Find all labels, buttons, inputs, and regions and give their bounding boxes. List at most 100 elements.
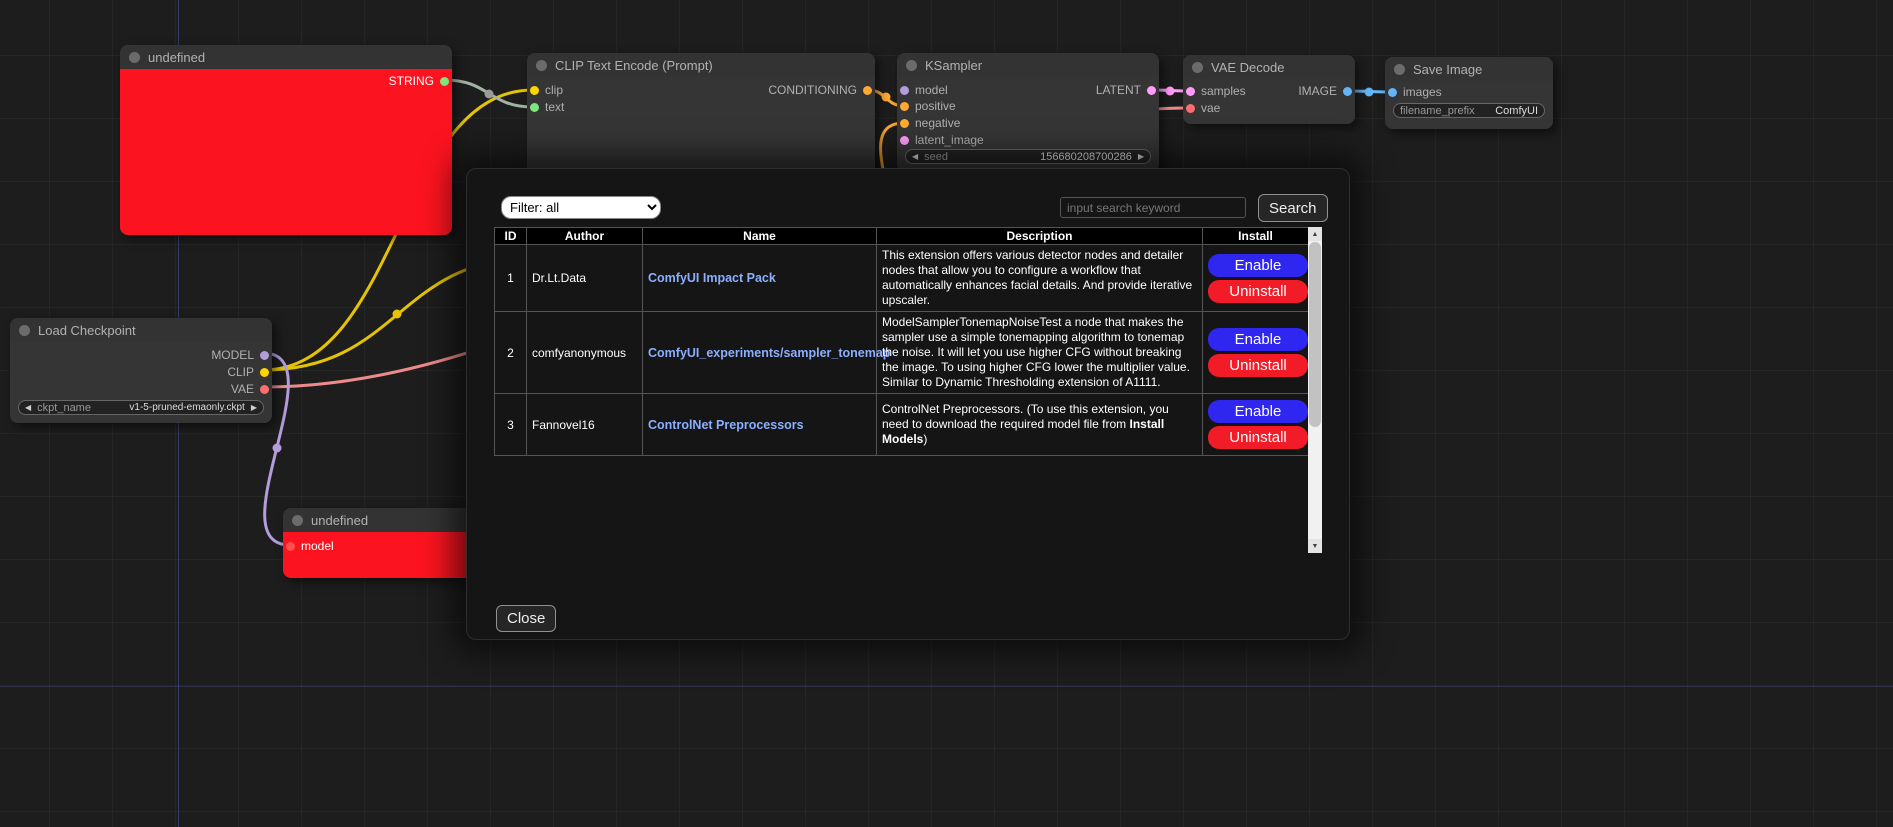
node-save-image[interactable]: Save Image images filename_prefix ComfyU… bbox=[1385, 57, 1553, 129]
output-slot-latent[interactable] bbox=[1147, 86, 1156, 95]
link-dot-model[interactable] bbox=[273, 444, 282, 453]
enable-button[interactable]: Enable bbox=[1208, 400, 1308, 423]
filename-prefix-widget[interactable]: filename_prefix ComfyUI bbox=[1393, 103, 1545, 118]
output-slot-vae[interactable] bbox=[260, 385, 269, 394]
link-dot-string[interactable] bbox=[485, 90, 494, 99]
node-title-bar[interactable]: CLIP Text Encode (Prompt) bbox=[527, 53, 875, 77]
widget-value: v1-5-pruned-emaonly.ckpt bbox=[129, 402, 244, 413]
input-slot-clip[interactable] bbox=[530, 86, 539, 95]
seed-widget[interactable]: ◀ seed 156680208700286 ▶ bbox=[905, 149, 1151, 164]
enable-button[interactable]: Enable bbox=[1208, 328, 1308, 351]
scroll-down-icon[interactable]: ▼ bbox=[1308, 539, 1322, 553]
extensions-table: ID Author Name Description Install 1 Dr.… bbox=[494, 227, 1309, 456]
input-slot-model[interactable] bbox=[900, 86, 909, 95]
input-slot-label: images bbox=[1403, 85, 1442, 99]
decrement-icon[interactable]: ◀ bbox=[912, 153, 918, 161]
search-button[interactable]: Search bbox=[1258, 194, 1328, 222]
link-dot-clip-2[interactable] bbox=[393, 310, 402, 319]
prev-option-icon[interactable]: ◀ bbox=[25, 404, 31, 412]
collapse-dot-icon[interactable] bbox=[1394, 64, 1405, 75]
output-slot-image[interactable] bbox=[1343, 87, 1352, 96]
node-body: images filename_prefix ComfyUI bbox=[1385, 81, 1553, 129]
widget-value: ComfyUI bbox=[1495, 105, 1538, 117]
filter-select[interactable]: Filter: all bbox=[501, 196, 661, 219]
input-slot-vae[interactable] bbox=[1186, 104, 1195, 113]
desc-text: This extension offers various detector n… bbox=[882, 248, 1192, 307]
collapse-dot-icon[interactable] bbox=[536, 60, 547, 71]
table-scrollbar[interactable]: ▲ ▼ bbox=[1308, 227, 1322, 553]
desc-text: ControlNet Preprocessors. (To use this e… bbox=[882, 402, 1169, 431]
next-option-icon[interactable]: ▶ bbox=[251, 404, 257, 412]
input-slot-text[interactable] bbox=[530, 103, 539, 112]
output-slot-string[interactable] bbox=[440, 77, 449, 86]
collapse-dot-icon[interactable] bbox=[19, 325, 30, 336]
ext-link[interactable]: ComfyUI_experiments/sampler_tonemap bbox=[648, 346, 890, 360]
input-slot-label: clip bbox=[545, 83, 563, 97]
collapse-dot-icon[interactable] bbox=[129, 52, 140, 63]
widget-name: filename_prefix bbox=[1400, 105, 1475, 117]
graph-canvas[interactable]: undefined STRING CLIP Text Encode (Promp… bbox=[0, 0, 1893, 827]
uninstall-button[interactable]: Uninstall bbox=[1208, 354, 1308, 377]
ext-description: ControlNet Preprocessors. (To use this e… bbox=[877, 394, 1203, 456]
output-slot-label: VAE bbox=[231, 382, 254, 396]
node-title-bar[interactable]: Save Image bbox=[1385, 57, 1553, 81]
ext-author: Dr.Lt.Data bbox=[527, 245, 643, 312]
collapse-dot-icon[interactable] bbox=[906, 60, 917, 71]
output-slot-label: CONDITIONING bbox=[768, 83, 857, 97]
output-slot-model[interactable] bbox=[260, 351, 269, 360]
collapse-dot-icon[interactable] bbox=[292, 515, 303, 526]
input-slot-positive[interactable] bbox=[900, 102, 909, 111]
output-slot-clip[interactable] bbox=[260, 368, 269, 377]
uninstall-button[interactable]: Uninstall bbox=[1208, 426, 1308, 449]
extensions-table-wrap: ID Author Name Description Install 1 Dr.… bbox=[494, 227, 1322, 553]
node-title-bar[interactable]: KSampler bbox=[897, 53, 1159, 77]
ext-link[interactable]: ControlNet Preprocessors bbox=[648, 418, 804, 432]
ext-id: 1 bbox=[495, 245, 527, 312]
link-dot-conditioning[interactable] bbox=[882, 93, 891, 102]
input-slot-label: model bbox=[915, 83, 948, 97]
input-slot-label: positive bbox=[915, 99, 956, 113]
input-slot-label: negative bbox=[915, 116, 960, 130]
node-title: VAE Decode bbox=[1211, 60, 1284, 75]
search-input[interactable] bbox=[1060, 197, 1246, 218]
node-vae-decode[interactable]: VAE Decode samples vae IMAGE bbox=[1183, 55, 1355, 124]
output-slot-label: LATENT bbox=[1096, 83, 1141, 97]
collapse-dot-icon[interactable] bbox=[1192, 62, 1203, 73]
node-title: KSampler bbox=[925, 58, 982, 73]
desc-end: ) bbox=[923, 432, 927, 446]
ext-author: comfyanonymous bbox=[527, 312, 643, 394]
input-slot-negative[interactable] bbox=[900, 119, 909, 128]
input-slot-label: text bbox=[545, 100, 564, 114]
increment-icon[interactable]: ▶ bbox=[1138, 153, 1144, 161]
output-slot-label: IMAGE bbox=[1298, 84, 1337, 98]
widget-value: 156680208700286 bbox=[1040, 151, 1132, 163]
close-button[interactable]: Close bbox=[496, 605, 556, 632]
node-title-bar[interactable]: Load Checkpoint bbox=[10, 318, 272, 342]
node-title: undefined bbox=[148, 50, 205, 65]
output-slot-conditioning[interactable] bbox=[863, 86, 872, 95]
link-dot-image[interactable] bbox=[1365, 88, 1374, 97]
link-dot-latent[interactable] bbox=[1166, 87, 1175, 96]
input-slot-model[interactable] bbox=[286, 542, 295, 551]
input-slot-images[interactable] bbox=[1388, 88, 1397, 97]
scroll-up-icon[interactable]: ▲ bbox=[1308, 227, 1322, 241]
scrollbar-thumb[interactable] bbox=[1309, 242, 1321, 427]
input-slot-samples[interactable] bbox=[1186, 87, 1195, 96]
ext-link[interactable]: ComfyUI Impact Pack bbox=[648, 271, 776, 285]
node-title-bar[interactable]: undefined bbox=[120, 45, 452, 69]
input-slot-label: vae bbox=[1201, 101, 1220, 115]
ext-description: ModelSamplerTonemapNoiseTest a node that… bbox=[877, 312, 1203, 394]
input-slot-label: samples bbox=[1201, 84, 1246, 98]
ext-description: This extension offers various detector n… bbox=[877, 245, 1203, 312]
node-body: MODEL CLIP VAE ◀ ckpt_name v1-5-pruned-e… bbox=[10, 342, 272, 423]
enable-button[interactable]: Enable bbox=[1208, 254, 1308, 277]
uninstall-button[interactable]: Uninstall bbox=[1208, 280, 1308, 303]
node-title: Save Image bbox=[1413, 62, 1482, 77]
node-title: Load Checkpoint bbox=[38, 323, 136, 338]
ckpt-name-widget[interactable]: ◀ ckpt_name v1-5-pruned-emaonly.ckpt ▶ bbox=[18, 400, 264, 415]
node-title-bar[interactable]: VAE Decode bbox=[1183, 55, 1355, 79]
node-undefined-top[interactable]: undefined STRING bbox=[120, 45, 452, 235]
node-load-checkpoint[interactable]: Load Checkpoint MODEL CLIP VAE ◀ ckpt_na… bbox=[10, 318, 272, 423]
node-ksampler[interactable]: KSampler model positive negative latent_… bbox=[897, 53, 1159, 172]
input-slot-latent-image[interactable] bbox=[900, 136, 909, 145]
